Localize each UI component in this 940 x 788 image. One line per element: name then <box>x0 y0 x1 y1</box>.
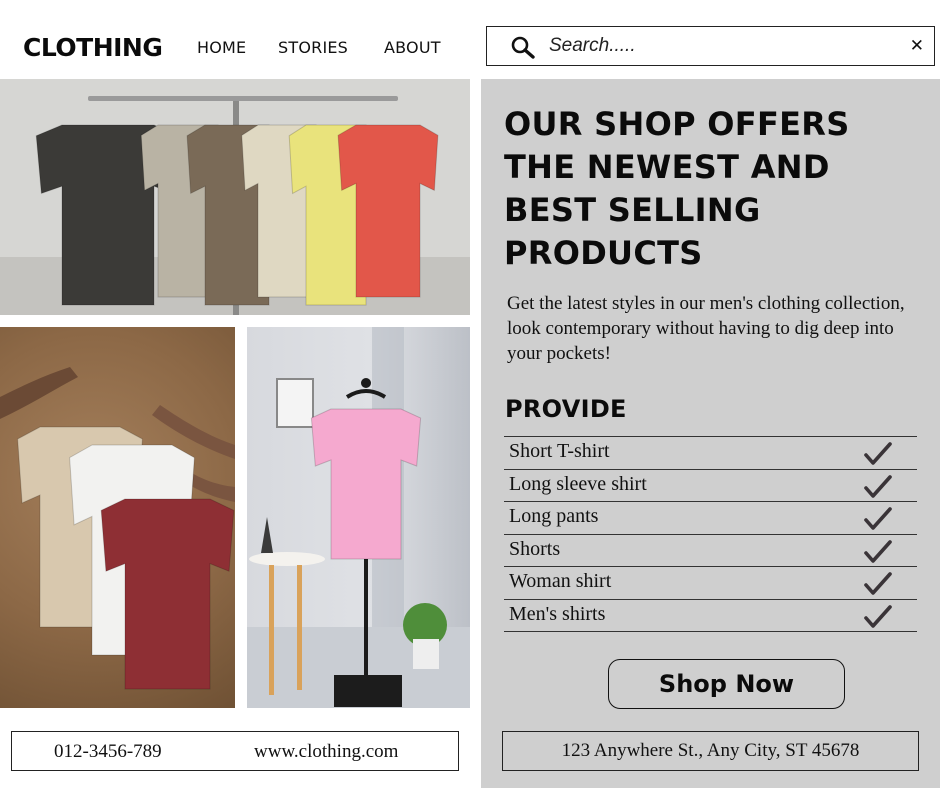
description: Get the latest styles in our men's cloth… <box>507 293 905 364</box>
checkmark-icon <box>864 474 892 498</box>
checkmark-icon <box>864 507 892 530</box>
contact-bar: 012-3456-789 www.clothing.com <box>11 731 459 771</box>
phone-number[interactable]: 012-3456-789 <box>54 741 162 763</box>
checkmark-icon <box>864 539 892 563</box>
address: 123 Anywhere St., Any City, ST 45678 <box>502 731 919 771</box>
list-item: Long pants <box>504 502 917 535</box>
list-item: Shorts <box>504 535 917 567</box>
logo[interactable]: CLOTHING <box>23 33 163 62</box>
product-list: Short T-shirt Long sleeve shirt Long pan… <box>504 436 917 632</box>
hangers-illustration <box>0 367 235 690</box>
pink-shirt-stand-photo <box>247 327 470 708</box>
shop-now-button[interactable]: Shop Now <box>608 659 845 709</box>
close-icon[interactable]: ✕ <box>910 37 924 55</box>
search-bar: ✕ <box>486 26 935 66</box>
shirt-shape <box>310 408 422 560</box>
t-shirt-rack-illustration <box>0 79 470 315</box>
hangers-hands-photo <box>0 327 235 708</box>
headline: OUR SHOP OFFERS THE NEWEST AND BEST SELL… <box>504 105 850 272</box>
checkmark-icon <box>864 572 892 595</box>
list-item-label: Woman shirt <box>509 570 612 592</box>
nav-home[interactable]: HOME <box>197 38 246 57</box>
nav-stories[interactable]: STORIES <box>278 38 348 57</box>
stand-illustration <box>247 327 470 708</box>
promo-panel: OUR SHOP OFFERS THE NEWEST AND BEST SELL… <box>481 79 940 788</box>
search-icon[interactable] <box>510 36 536 60</box>
list-item: Long sleeve shirt <box>504 470 917 502</box>
checkmark-icon <box>864 604 892 628</box>
list-item: Woman shirt <box>504 567 917 600</box>
list-item: Short T-shirt <box>504 437 917 470</box>
checkmark-icon <box>864 442 892 465</box>
list-item-label: Short T-shirt <box>509 440 610 462</box>
list-item-label: Shorts <box>509 537 561 560</box>
nav-about[interactable]: ABOUT <box>384 38 441 57</box>
list-item-label: Men's shirts <box>509 602 606 625</box>
search-input[interactable] <box>549 33 889 59</box>
list-item-label: Long pants <box>509 505 599 527</box>
website-link[interactable]: www.clothing.com <box>254 741 398 763</box>
list-item: Men's shirts <box>504 600 917 632</box>
list-item-label: Long sleeve shirt <box>509 472 647 495</box>
provide-title: PROVIDE <box>505 395 627 423</box>
t-shirt-rack-photo <box>0 79 470 315</box>
